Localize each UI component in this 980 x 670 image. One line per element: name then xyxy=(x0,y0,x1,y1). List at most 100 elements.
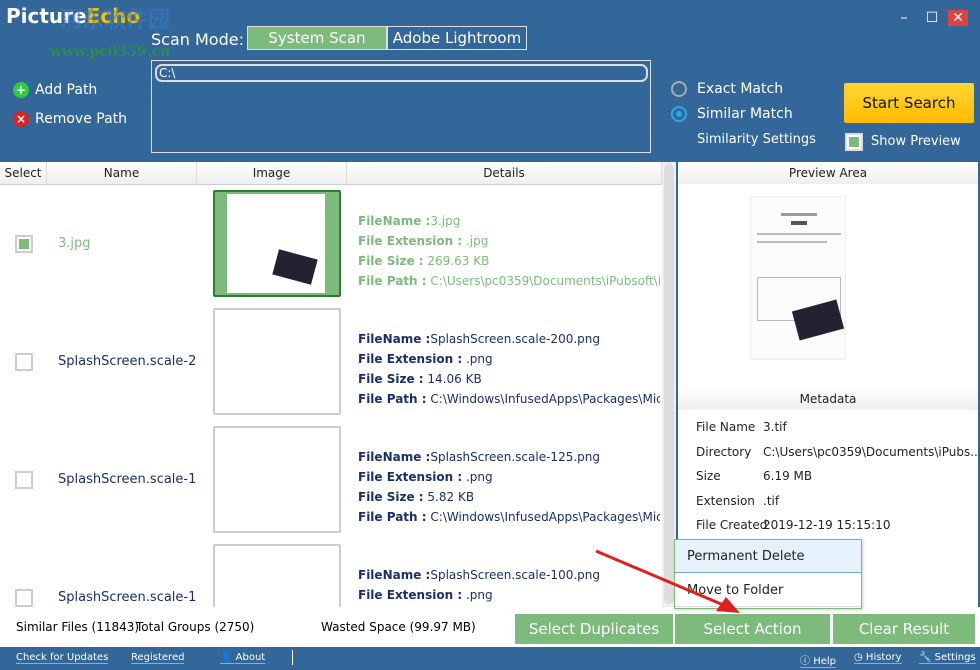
preview-area-title: Preview Area xyxy=(678,162,978,184)
scrollbar-thumb[interactable] xyxy=(664,164,674,604)
detail-value: .jpg xyxy=(462,234,489,248)
detail-ext: File Extension : .png xyxy=(358,467,660,487)
detail-size: File Size : 14.06 KB xyxy=(358,369,660,389)
detail-label: File Extension : xyxy=(358,470,463,484)
add-path-button[interactable]: + Add Path xyxy=(13,82,97,98)
row-details: FileName :SplashScreen.scale-200.png File… xyxy=(358,329,660,409)
detail-label: File Path : xyxy=(358,392,427,406)
col-details: Details xyxy=(347,162,662,185)
detail-label: File Size : xyxy=(358,372,424,386)
clock-icon: ◷ xyxy=(854,652,863,663)
metadata-row: Directory C:\Users\pc0359\Documents\iPubs… xyxy=(696,445,980,459)
metadata-key: Size xyxy=(696,469,721,483)
row-thumbnail[interactable] xyxy=(213,190,341,297)
history-label: History xyxy=(865,652,902,663)
detail-label: FileName : xyxy=(358,568,431,582)
path-list[interactable]: C:\ xyxy=(151,60,651,153)
clear-result-button[interactable]: Clear Result xyxy=(833,614,975,644)
table-row[interactable]: SplashScreen.scale-100.png FileName :Spl… xyxy=(0,542,662,607)
registered-link[interactable]: Registered xyxy=(131,652,185,664)
check-updates-link[interactable]: Check for Updates xyxy=(16,652,109,664)
detail-label: File Size : xyxy=(358,490,424,504)
user-icon: 👤 xyxy=(220,652,233,663)
settings-link[interactable]: 🔧 Settings xyxy=(919,652,976,664)
show-preview-checkbox[interactable] xyxy=(845,133,863,151)
metadata-row: File Created 2019-12-19 15:15:10 xyxy=(696,518,976,532)
info-icon: ⓘ xyxy=(800,656,810,667)
detail-label: File Path : xyxy=(358,274,427,288)
close-button[interactable]: ✕ xyxy=(948,10,968,26)
similar-files-count: Similar Files (11843) xyxy=(16,620,140,634)
path-item[interactable]: C:\ xyxy=(155,64,648,82)
detail-value: 269.63 KB xyxy=(423,254,490,268)
maximize-button[interactable]: ☐ xyxy=(922,10,942,26)
detail-value: .png xyxy=(462,588,493,602)
row-name: SplashScreen.scale-200.png xyxy=(58,354,196,369)
detail-value: .png xyxy=(462,470,493,484)
table-row[interactable]: 3.jpg FileName :3.jpg File Extension : .j… xyxy=(0,188,662,306)
row-thumbnail[interactable] xyxy=(213,544,341,607)
settings-label: Settings xyxy=(934,652,976,663)
metadata-row: Size 6.19 MB xyxy=(696,469,976,483)
help-link[interactable]: ⓘ Help xyxy=(800,652,836,668)
col-name: Name xyxy=(47,162,197,185)
row-checkbox[interactable] xyxy=(15,235,33,253)
help-label: Help xyxy=(813,656,836,667)
detail-path: File Path : C:\Windows\InfusedApps\Packa… xyxy=(358,389,660,409)
row-name: SplashScreen.scale-100.png xyxy=(58,590,196,605)
scan-mode-label: Scan Mode: xyxy=(151,30,244,49)
row-thumbnail[interactable] xyxy=(213,308,341,415)
remove-path-button[interactable]: × Remove Path xyxy=(13,111,127,127)
row-checkbox[interactable] xyxy=(15,589,33,607)
exact-match-label[interactable]: Exact Match xyxy=(697,81,783,97)
row-details: FileName :SplashScreen.scale-125.png File… xyxy=(358,447,660,527)
row-checkbox[interactable] xyxy=(15,353,33,371)
wrench-icon: 🔧 xyxy=(919,652,932,663)
minimize-button[interactable]: – xyxy=(894,10,914,26)
metadata-value: 6.19 MB xyxy=(763,469,813,483)
table-row[interactable]: SplashScreen.scale-200.png FileName :Spl… xyxy=(0,306,662,424)
wasted-space: Wasted Space (99.97 MB) xyxy=(321,620,476,634)
show-preview-label: Show Preview xyxy=(871,134,961,149)
remove-path-label: Remove Path xyxy=(35,111,128,127)
total-groups-count: Total Groups (2750) xyxy=(136,620,255,634)
history-link[interactable]: ◷ History xyxy=(854,652,902,664)
detail-value: C:\Users\pc0359\Documents\iPubsoft\iPubs… xyxy=(430,274,660,288)
row-thumbnail[interactable] xyxy=(213,426,341,533)
similar-match-radio[interactable] xyxy=(671,106,687,122)
row-details: FileName :3.jpg File Extension : .jpg File… xyxy=(358,211,660,291)
plus-icon: + xyxy=(13,82,29,98)
metadata-value: C:\Users\pc0359\Documents\iPubs... xyxy=(763,444,980,459)
similar-match-label[interactable]: Similar Match xyxy=(697,106,793,122)
detail-label: File Extension : xyxy=(358,352,463,366)
metadata-value: .tif xyxy=(763,493,780,508)
col-image: Image xyxy=(197,162,347,185)
detail-value: SplashScreen.scale-100.png xyxy=(430,568,600,582)
red-arrow-annotation xyxy=(595,549,740,613)
divider xyxy=(292,650,293,665)
row-checkbox[interactable] xyxy=(15,471,33,489)
detail-ext: File Extension : .png xyxy=(358,349,660,369)
detail-path: File Path : C:\Users\pc0359\Documents\iP… xyxy=(358,271,660,291)
detail-value: SplashScreen.scale-200.png xyxy=(430,332,600,346)
detail-path: File Path : C:\Windows\InfusedApps\Packa… xyxy=(358,507,660,527)
detail-value: 14.06 KB xyxy=(423,372,482,386)
exact-match-radio[interactable] xyxy=(671,81,687,97)
about-link[interactable]: 👤 About xyxy=(220,652,266,664)
detail-ext: File Extension : .jpg xyxy=(358,231,660,251)
metadata-value: 3.tif xyxy=(763,420,787,434)
metadata-value: 2019-12-19 15:15:10 xyxy=(763,518,891,532)
row-name: SplashScreen.scale-125.png xyxy=(58,472,196,487)
detail-label: File Extension : xyxy=(358,234,463,248)
table-row[interactable]: SplashScreen.scale-125.png FileName :Spl… xyxy=(0,424,662,542)
start-search-button[interactable]: Start Search xyxy=(844,83,974,123)
adobe-lightroom-tab[interactable]: Adobe Lightroom xyxy=(387,26,527,50)
detail-value: 5.82 KB xyxy=(423,490,475,504)
about-label: About xyxy=(235,652,266,663)
similarity-settings-link[interactable]: Similarity Settings xyxy=(697,132,816,147)
system-scan-tab[interactable]: System Scan xyxy=(247,26,387,50)
detail-label: File Path : xyxy=(358,510,427,524)
detail-filename: FileName :SplashScreen.scale-200.png xyxy=(358,329,660,349)
add-path-label: Add Path xyxy=(35,82,98,98)
detail-label: File Extension : xyxy=(358,588,463,602)
